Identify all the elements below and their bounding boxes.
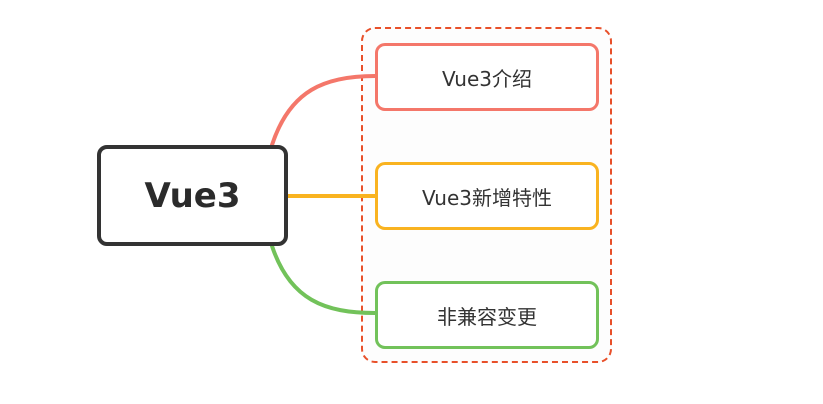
root-node-label: Vue3	[144, 175, 241, 216]
connector-breaking-changes	[270, 244, 377, 315]
child-node-label: Vue3介绍	[441, 66, 533, 91]
root-node-vue3[interactable]: Vue3	[97, 145, 288, 246]
connector-vue3-intro	[270, 74, 377, 147]
child-node-label: Vue3新增特性	[421, 185, 553, 210]
child-node-label: 非兼容变更	[437, 304, 537, 329]
child-node-vue3-new-features[interactable]: Vue3新增特性	[375, 162, 599, 230]
child-node-breaking-changes[interactable]: 非兼容变更	[375, 281, 599, 349]
mindmap-canvas: Vue3 Vue3介绍 Vue3新增特性 非兼容变更	[0, 0, 823, 404]
child-node-vue3-intro[interactable]: Vue3介绍	[375, 43, 599, 111]
